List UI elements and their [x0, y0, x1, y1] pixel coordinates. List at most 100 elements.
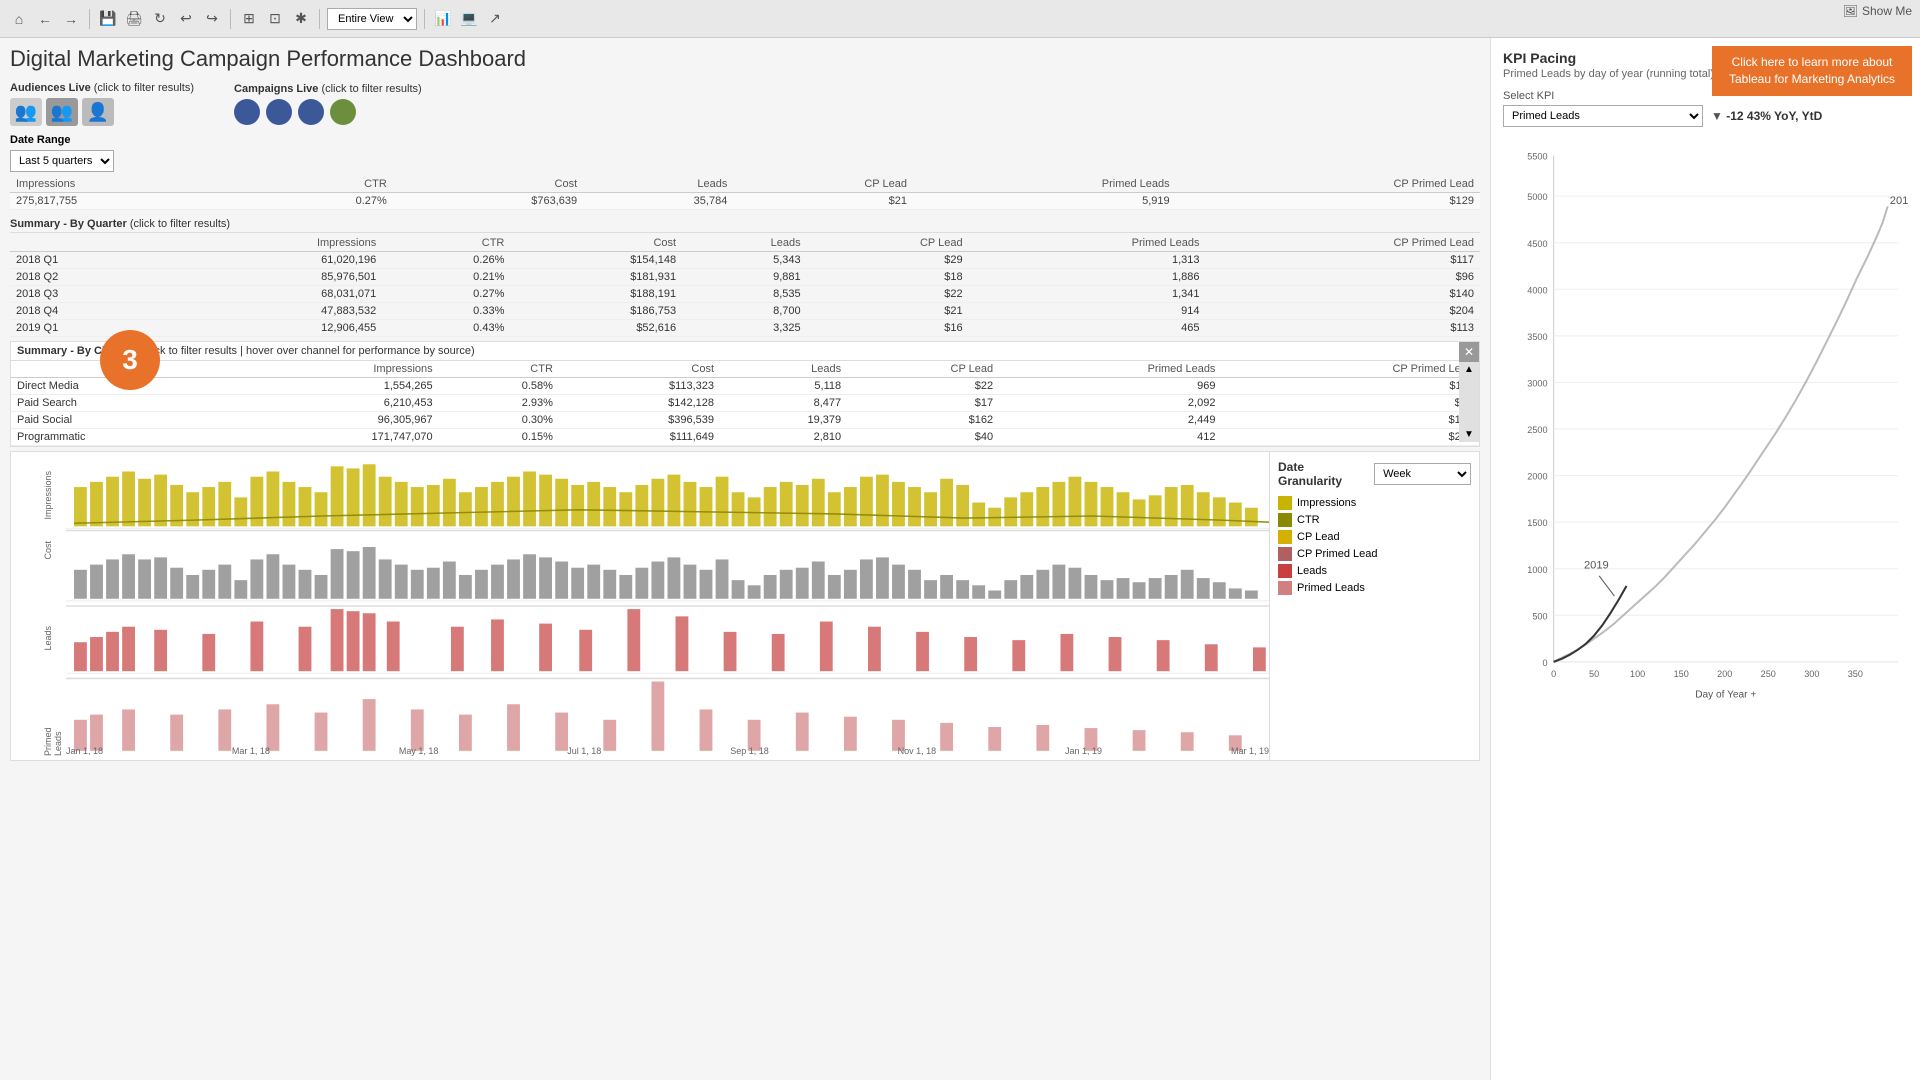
channel-scrollbar[interactable]: ▲ ▼ — [1459, 362, 1479, 442]
legend-cp-lead: CP Lead — [1278, 530, 1471, 544]
channel-close-button[interactable]: ✕ — [1459, 342, 1479, 362]
home-icon[interactable]: ⌂ — [8, 8, 30, 30]
refresh-icon[interactable]: ↻ — [149, 8, 171, 30]
show-me-button[interactable]: 🖼 Show Me — [1843, 4, 1912, 18]
qcol-cp-primed-lead[interactable]: CP Primed Lead — [1206, 235, 1481, 252]
q-cp-lead: $22 — [807, 286, 969, 303]
ccol-cp-lead[interactable]: CP Lead — [847, 361, 999, 378]
device-icon[interactable]: 💻 — [458, 8, 480, 30]
qcol-leads[interactable]: Leads — [682, 235, 807, 252]
qcol-cp-lead[interactable]: CP Lead — [807, 235, 969, 252]
ccol-cost[interactable]: Cost — [559, 361, 720, 378]
q-leads: 8,535 — [682, 286, 807, 303]
zoom-icon[interactable]: ⊞ — [238, 8, 260, 30]
c-cost: $396,539 — [559, 412, 720, 429]
granularity-select[interactable]: Week Day Month — [1374, 463, 1471, 485]
qcol-cost[interactable]: Cost — [510, 235, 682, 252]
quarterly-row[interactable]: 2019 Q1 12,906,455 0.43% $52,616 3,325 $… — [10, 320, 1480, 337]
channel-row[interactable]: Direct Media 1,554,265 0.58% $113,323 5,… — [11, 378, 1479, 395]
ccol-leads[interactable]: Leads — [720, 361, 847, 378]
print-icon[interactable]: 🖨 — [123, 8, 145, 30]
chart-section: Impressions Cost Leads Primed Leads — [10, 451, 1480, 761]
svg-text:0: 0 — [1551, 669, 1556, 679]
ccol-primed-leads[interactable]: Primed Leads — [999, 361, 1221, 378]
c-cp-lead: $17 — [847, 395, 999, 412]
redo-icon[interactable]: ↪ — [201, 8, 223, 30]
q-cost: $154,148 — [510, 252, 682, 269]
date-range-select[interactable]: Last 5 quarters Last 4 quarters Last 3 q… — [10, 150, 114, 172]
back-icon[interactable]: ← — [34, 8, 56, 30]
q-cost: $181,931 — [510, 269, 682, 286]
c-ctr: 0.30% — [439, 412, 559, 429]
campaign-dot-1[interactable] — [234, 99, 260, 125]
audience-icon-1[interactable]: 👥 — [10, 98, 42, 126]
quarterly-row[interactable]: 2018 Q1 61,020,196 0.26% $154,148 5,343 … — [10, 252, 1480, 269]
audience-icon-2[interactable]: 👥 — [46, 98, 78, 126]
col-cp-lead[interactable]: CP Lead — [733, 176, 913, 193]
col-cp-primed-lead[interactable]: CP Primed Lead — [1176, 176, 1480, 193]
x-label-2: Mar 1, 18 — [232, 746, 270, 756]
click-banner-line2: Tableau for Marketing Analytics — [1724, 71, 1900, 88]
view-dropdown[interactable]: Entire View — [327, 8, 417, 30]
share-icon[interactable]: ↗ — [484, 8, 506, 30]
click-banner[interactable]: Click here to learn more about Tableau f… — [1712, 46, 1912, 96]
campaign-dot-4[interactable] — [330, 99, 356, 125]
select-icon[interactable]: ⊡ — [264, 8, 286, 30]
qcol-period[interactable] — [10, 235, 171, 252]
legend-color-primed-leads — [1278, 581, 1292, 595]
qcol-impressions[interactable]: Impressions — [171, 235, 382, 252]
quarterly-row[interactable]: 2018 Q4 47,883,532 0.33% $186,753 8,700 … — [10, 303, 1480, 320]
col-leads[interactable]: Leads — [583, 176, 733, 193]
totals-table: Impressions CTR Cost Leads CP Lead Prime… — [10, 176, 1480, 210]
legend-impressions: Impressions — [1278, 496, 1471, 510]
ccol-ctr[interactable]: CTR — [439, 361, 559, 378]
quarterly-row[interactable]: 2018 Q3 68,031,071 0.27% $188,191 8,535 … — [10, 286, 1480, 303]
q-ctr: 0.43% — [382, 320, 510, 337]
qcol-ctr[interactable]: CTR — [382, 235, 510, 252]
channel-row[interactable]: Paid Social 96,305,967 0.30% $396,539 19… — [11, 412, 1479, 429]
col-primed-leads[interactable]: Primed Leads — [913, 176, 1176, 193]
cost-label: Cost — [43, 541, 53, 560]
col-ctr[interactable]: CTR — [251, 176, 393, 193]
chart-icon[interactable]: 📊 — [432, 8, 454, 30]
scroll-down-arrow[interactable]: ▼ — [1464, 429, 1474, 440]
total-cost: $763,639 — [393, 193, 583, 210]
x-label-5: Sep 1, 18 — [730, 746, 769, 756]
forward-icon[interactable]: → — [60, 8, 82, 30]
granularity-section: Date Granularity Week Day Month — [1278, 460, 1471, 488]
svg-text:250: 250 — [1761, 669, 1776, 679]
impressions-label: Impressions — [43, 471, 53, 520]
save-icon[interactable]: 💾 — [97, 8, 119, 30]
svg-text:300: 300 — [1804, 669, 1819, 679]
channel-row[interactable]: Programmatic 171,747,070 0.15% $111,649 … — [11, 429, 1479, 446]
scroll-up-arrow[interactable]: ▲ — [1464, 364, 1474, 375]
primed-leads-label: Primed Leads — [43, 701, 63, 756]
q-leads: 8,700 — [682, 303, 807, 320]
audience-icons: 👥 👥 👤 — [10, 98, 194, 126]
highlight-icon[interactable]: ✱ — [290, 8, 312, 30]
total-ctr: 0.27% — [251, 193, 393, 210]
legend-color-cp-primed-lead — [1278, 547, 1292, 561]
col-cost[interactable]: Cost — [393, 176, 583, 193]
campaign-dot-2[interactable] — [266, 99, 292, 125]
c-cp-primed-lead: $162 — [1221, 412, 1479, 429]
q-impressions: 85,976,501 — [171, 269, 382, 286]
undo-icon[interactable]: ↩ — [175, 8, 197, 30]
col-impressions[interactable]: Impressions — [10, 176, 251, 193]
q-label: 2018 Q2 — [10, 269, 171, 286]
audience-icon-3[interactable]: 👤 — [82, 98, 114, 126]
c-primed-leads: 2,449 — [999, 412, 1221, 429]
channel-row[interactable]: Paid Search 6,210,453 2.93% $142,128 8,4… — [11, 395, 1479, 412]
audiences-section: Audiences Live (click to filter results)… — [10, 82, 194, 126]
campaign-dot-3[interactable] — [298, 99, 324, 125]
c-cp-primed-lead: $68 — [1221, 395, 1479, 412]
ccol-impressions[interactable]: Impressions — [235, 361, 439, 378]
ccol-cp-primed-lead[interactable]: CP Primed Lead — [1221, 361, 1479, 378]
q-cp-primed-lead: $117 — [1206, 252, 1481, 269]
quarterly-tbody: 2018 Q1 61,020,196 0.26% $154,148 5,343 … — [10, 252, 1480, 337]
kpi-yoy-indicator: ▼ -12 43% YoY, YtD — [1711, 109, 1822, 123]
qcol-primed-leads[interactable]: Primed Leads — [969, 235, 1206, 252]
kpi-select[interactable]: Primed Leads Leads CTR CP Lead CP Primed… — [1503, 105, 1703, 127]
bar-chart-svg — [66, 456, 1269, 756]
quarterly-row[interactable]: 2018 Q2 85,976,501 0.21% $181,931 9,881 … — [10, 269, 1480, 286]
